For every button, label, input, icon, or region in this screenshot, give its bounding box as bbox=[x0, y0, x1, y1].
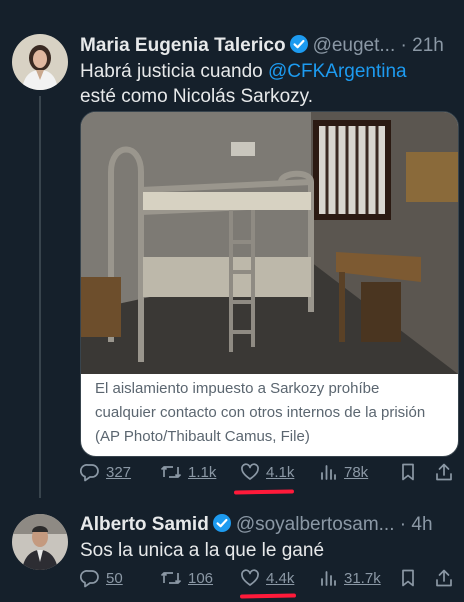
like-count: 4.1k bbox=[266, 463, 295, 481]
tweet-text: Habrá justicia cuando @CFKArgentina esté… bbox=[80, 59, 440, 109]
bookmark-icon bbox=[398, 568, 418, 588]
repost-button[interactable]: 1.1k bbox=[160, 462, 216, 482]
reply-button[interactable]: 327 bbox=[80, 462, 131, 482]
verified-badge-icon bbox=[289, 34, 309, 61]
dot-separator: · bbox=[395, 35, 413, 56]
reply-button[interactable]: 50 bbox=[80, 568, 123, 588]
reply-count: 50 bbox=[106, 569, 123, 587]
media-caption: El aislamiento impuesto a Sarkozy prohíb… bbox=[89, 376, 447, 448]
avatar-alberto-samid[interactable] bbox=[12, 514, 68, 570]
avatar-maria-eugenia-talerico[interactable] bbox=[12, 34, 68, 90]
author-handle[interactable]: @euget... bbox=[313, 35, 396, 56]
views-button[interactable]: 78k bbox=[318, 462, 368, 482]
repost-count: 106 bbox=[188, 569, 214, 587]
prison-cell-photo[interactable] bbox=[81, 112, 458, 374]
share-button[interactable] bbox=[434, 568, 454, 588]
author-name[interactable]: Alberto Samid bbox=[80, 514, 209, 535]
share-icon bbox=[434, 568, 454, 588]
tweet-time[interactable]: 21h bbox=[412, 35, 444, 56]
repost-icon bbox=[160, 568, 182, 588]
views-icon bbox=[318, 462, 338, 482]
views-icon bbox=[318, 568, 338, 588]
repost-icon bbox=[160, 462, 182, 482]
reply-icon bbox=[80, 462, 100, 482]
bookmark-icon bbox=[398, 462, 418, 482]
annotation-red-underline bbox=[233, 489, 295, 495]
reply-icon bbox=[80, 568, 100, 588]
bookmark-button[interactable] bbox=[398, 462, 418, 482]
annotation-red-underline bbox=[239, 593, 297, 599]
tweet-text-part: esté como Nicolás Sarkozy. bbox=[80, 86, 314, 107]
thread-connector-line bbox=[39, 96, 41, 498]
like-button[interactable]: 4.1k bbox=[240, 462, 294, 482]
verified-badge-icon bbox=[212, 513, 232, 540]
repost-count: 1.1k bbox=[188, 463, 217, 481]
tweet-time[interactable]: 4h bbox=[411, 514, 432, 535]
like-count: 4.4k bbox=[266, 569, 295, 587]
views-button[interactable]: 31.7k bbox=[318, 568, 381, 588]
tweet-text-part: Habrá justicia cuando bbox=[80, 61, 268, 82]
like-icon bbox=[240, 568, 260, 588]
media-card[interactable]: El aislamiento impuesto a Sarkozy prohíb… bbox=[80, 111, 459, 457]
like-button[interactable]: 4.4k bbox=[240, 568, 294, 588]
like-icon bbox=[240, 462, 260, 482]
author-name[interactable]: Maria Eugenia Talerico bbox=[80, 35, 286, 56]
views-count: 31.7k bbox=[344, 569, 381, 587]
views-count: 78k bbox=[344, 463, 369, 481]
author-handle[interactable]: @soyalbertosam... bbox=[236, 514, 395, 535]
reply-count: 327 bbox=[106, 463, 132, 481]
dot-separator: · bbox=[394, 514, 412, 535]
mention-link[interactable]: @CFKArgentina bbox=[268, 61, 407, 82]
share-button[interactable] bbox=[434, 462, 454, 482]
share-icon bbox=[434, 462, 454, 482]
repost-button[interactable]: 106 bbox=[160, 568, 213, 588]
tweet-2-action-bar: 50 106 4.4k 31.7k bbox=[80, 568, 456, 594]
tweet-text: Sos la unica a la que le gané bbox=[80, 540, 325, 561]
tweet-1-action-bar: 327 1.1k 4.1k 78k bbox=[80, 462, 456, 488]
bookmark-button[interactable] bbox=[398, 568, 418, 588]
